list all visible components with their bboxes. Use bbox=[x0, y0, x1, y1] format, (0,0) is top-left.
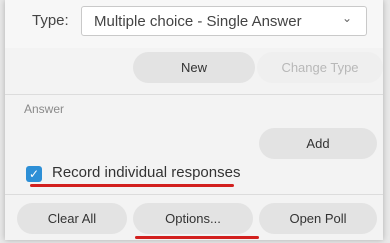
highlight-underline-record bbox=[30, 184, 234, 187]
highlight-underline-options bbox=[135, 236, 259, 239]
footer-divider bbox=[5, 194, 383, 195]
question-type-value: Multiple choice - Single Answer bbox=[94, 13, 302, 30]
record-responses-checkbox[interactable]: ✓ bbox=[26, 166, 42, 182]
open-poll-button[interactable]: Open Poll bbox=[259, 203, 377, 234]
clear-all-button[interactable]: Clear All bbox=[17, 203, 127, 234]
add-answer-button[interactable]: Add bbox=[259, 128, 377, 159]
section-divider bbox=[5, 94, 383, 95]
options-button[interactable]: Options... bbox=[133, 203, 253, 234]
poll-editor-panel: Type: Multiple choice - Single Answer ⌄ … bbox=[5, 0, 383, 240]
new-button[interactable]: New bbox=[133, 52, 255, 83]
question-type-select[interactable]: Multiple choice - Single Answer ⌄ bbox=[81, 6, 367, 36]
record-responses-label[interactable]: Record individual responses bbox=[52, 164, 240, 181]
change-type-button: Change Type bbox=[257, 52, 383, 83]
checkmark-icon: ✓ bbox=[28, 167, 40, 181]
answer-section-label: Answer bbox=[24, 102, 65, 116]
chevron-down-icon: ⌄ bbox=[341, 11, 352, 25]
question-type-row: Type: Multiple choice - Single Answer ⌄ bbox=[5, 0, 383, 48]
type-label: Type: bbox=[32, 12, 69, 29]
